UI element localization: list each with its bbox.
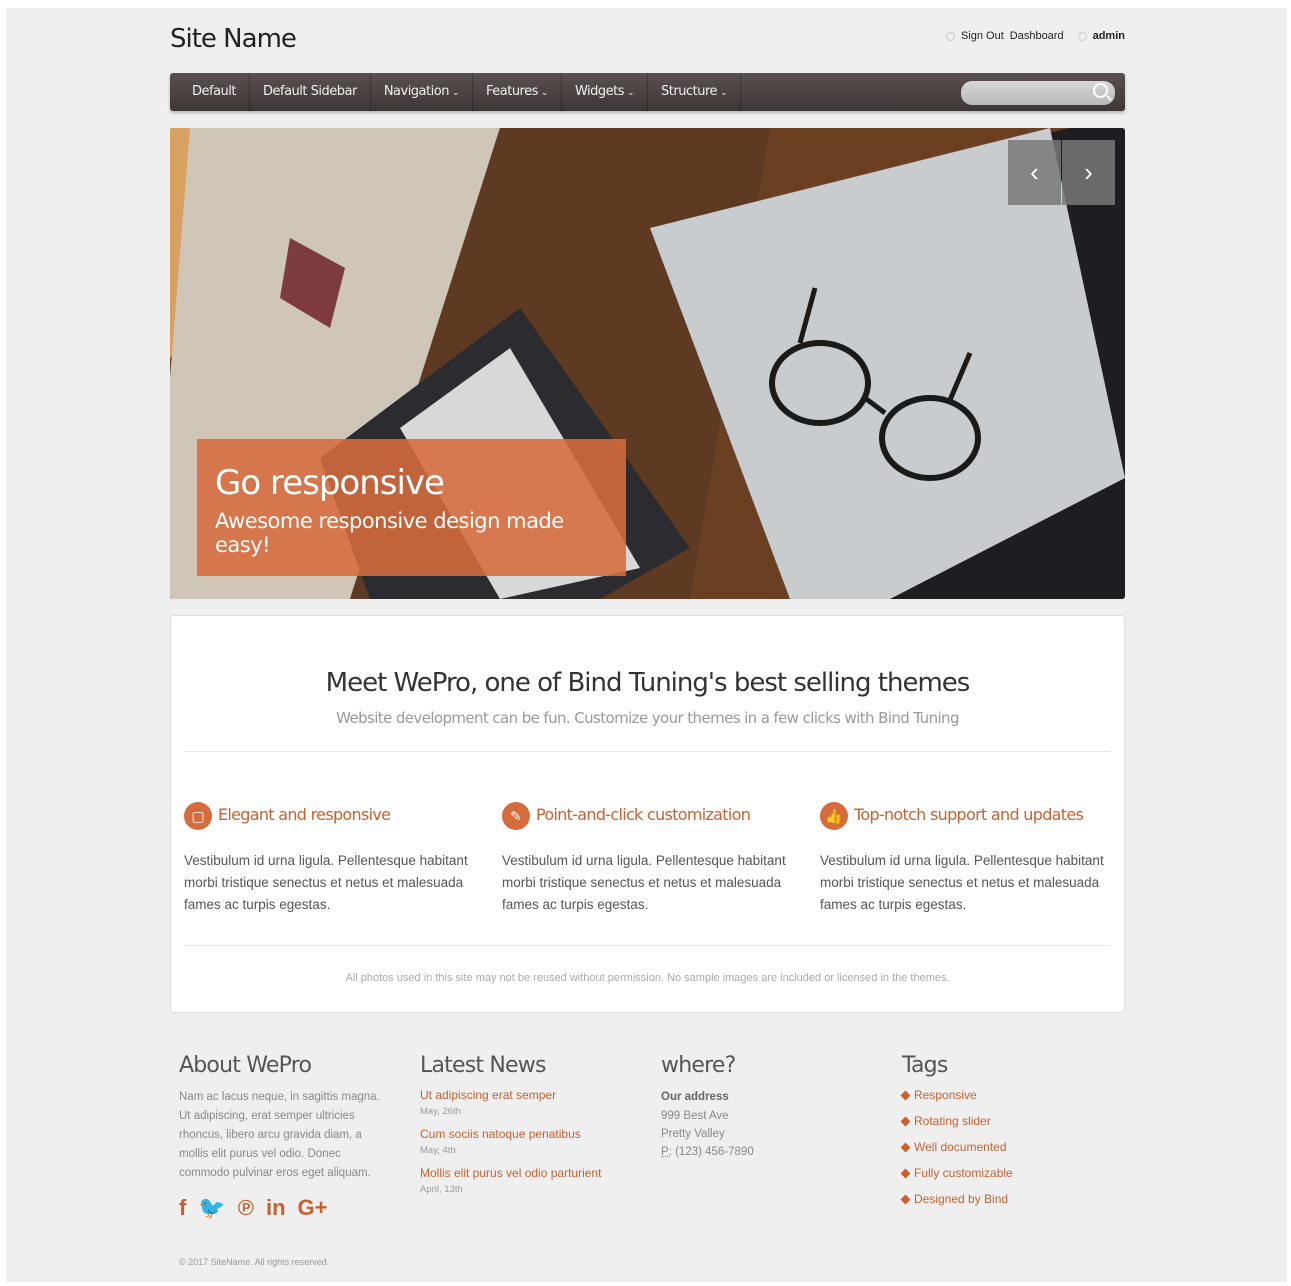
footer-tags: Tags Responsive Rotating slider Well doc…	[900, 1053, 1127, 1218]
dashboard-link[interactable]: Dashboard	[1010, 30, 1064, 42]
tag-link[interactable]: Fully customizable	[900, 1166, 1127, 1180]
chevron-down-icon: ⌄	[720, 88, 728, 98]
nav-item-widgets[interactable]: Widgets ⌄	[562, 73, 649, 111]
search-icon[interactable]	[1093, 83, 1108, 98]
intro-title: Meet WePro, one of Bind Tuning's best se…	[325, 668, 971, 698]
feature-text: Vestibulum id urna ligula. Pellentesque …	[820, 853, 1104, 912]
footer-heading: Tags	[902, 1053, 948, 1078]
divider	[184, 751, 1111, 752]
user-link[interactable]: admin	[1093, 30, 1125, 42]
footer-about: About WePro Nam ac lacus neque, in sagit…	[179, 1053, 394, 1221]
slider-controls: ‹ ›	[1007, 140, 1115, 205]
feature-card: 👍 Top-notch support and updates Vestibul…	[820, 798, 1110, 916]
tag-icon	[900, 1116, 911, 1126]
phone-number: (123) 456-7890	[671, 1146, 754, 1158]
slider-next-button[interactable]: ›	[1062, 140, 1115, 205]
tablet-icon: ▢	[184, 802, 212, 830]
tag-link[interactable]: Designed by Bind	[900, 1192, 1127, 1206]
nav-item-navigation[interactable]: Navigation ⌄	[371, 73, 473, 111]
news-date: April, 13th	[420, 1184, 463, 1195]
user-bar: Sign Out Dashboard admin	[945, 30, 1125, 42]
pinterest-icon[interactable]: ℗	[238, 1195, 254, 1221]
slide-caption: Go responsive Awesome responsive design …	[197, 439, 626, 576]
feature-title[interactable]: Elegant and responsive	[218, 805, 391, 824]
feature-card: ✎ Point-and-click customization Vestibul…	[502, 798, 792, 916]
sign-out-icon	[945, 31, 955, 41]
photos-note: All photos used in this site may not be …	[345, 972, 950, 984]
footer-heading: Latest News	[420, 1053, 546, 1078]
slide-subtitle: Awesome responsive design made easy!	[215, 509, 564, 557]
phone: P: (123) 456-7890	[661, 1143, 886, 1161]
tag-link[interactable]: Responsive	[900, 1088, 1127, 1102]
magic-wand-icon: ✎	[502, 802, 530, 830]
nav-item-features[interactable]: Features ⌄	[473, 73, 562, 111]
tag-icon	[900, 1142, 911, 1152]
address-label: Our address	[661, 1091, 729, 1103]
address-line: Pretty Valley	[661, 1128, 725, 1140]
twitter-icon[interactable]: 🐦	[198, 1195, 225, 1221]
feature-text: Vestibulum id urna ligula. Pellentesque …	[502, 853, 786, 912]
chevron-down-icon: ⌄	[540, 88, 549, 98]
thumbs-up-icon: 👍	[820, 802, 848, 830]
nav-item-default[interactable]: Default	[170, 73, 250, 111]
tag-icon	[900, 1090, 911, 1100]
facebook-icon[interactable]: f	[179, 1195, 186, 1221]
news-item: Ut adipiscing erat semper May, 26th	[420, 1088, 645, 1117]
about-text: Nam ac lacus neque, in sagittis magna. U…	[179, 1091, 380, 1179]
footer-heading: About WePro	[179, 1053, 312, 1078]
slide-title: Go responsive	[215, 463, 445, 503]
news-date: May, 4th	[420, 1145, 456, 1156]
news-item: Cum sociis natoque penatibus May, 4th	[420, 1127, 645, 1156]
chevron-down-icon: ⌄	[451, 88, 460, 98]
news-date: May, 26th	[420, 1106, 462, 1117]
tag-icon	[900, 1194, 911, 1204]
phone-label: P:	[661, 1146, 672, 1158]
footer-where: where? Our address 999 Best Ave Pretty V…	[661, 1053, 886, 1161]
feature-title[interactable]: Top-notch support and updates	[854, 805, 1084, 824]
nav-item-default-sidebar[interactable]: Default Sidebar	[250, 73, 371, 111]
slider-prev-button[interactable]: ‹	[1008, 140, 1061, 205]
copyright: © 2017 SiteName. All rights reserved.	[179, 1257, 330, 1267]
footer-news: Latest News Ut adipiscing erat semper Ma…	[420, 1053, 645, 1205]
site-name[interactable]: Site Name	[170, 24, 297, 54]
footer-heading: where?	[661, 1053, 736, 1078]
news-link[interactable]: Mollis elit purus vel odio parturient	[420, 1166, 645, 1180]
news-item: Mollis elit purus vel odio parturient Ap…	[420, 1166, 645, 1195]
google-plus-icon[interactable]: G+	[298, 1195, 328, 1221]
hero-slider: ‹ › Go responsive Awesome responsive des…	[170, 128, 1125, 599]
user-icon	[1077, 31, 1087, 41]
news-link[interactable]: Ut adipiscing erat semper	[420, 1088, 645, 1102]
feature-card: ▢ Elegant and responsive Vestibulum id u…	[184, 798, 474, 916]
linkedin-icon[interactable]: in	[266, 1195, 286, 1221]
intro-subtitle: Website development can be fun. Customiz…	[336, 709, 959, 727]
tag-link[interactable]: Rotating slider	[900, 1114, 1127, 1128]
nav-item-structure[interactable]: Structure ⌄	[648, 73, 742, 111]
social-links: f 🐦 ℗ in G+	[179, 1195, 394, 1221]
tag-icon	[900, 1168, 911, 1178]
address-line: 999 Best Ave	[661, 1110, 729, 1122]
chevron-down-icon: ⌄	[627, 88, 635, 98]
sign-out-link[interactable]: Sign Out	[961, 30, 1004, 42]
intro-section: Meet WePro, one of Bind Tuning's best se…	[170, 615, 1125, 1013]
divider	[184, 945, 1111, 946]
feature-title[interactable]: Point-and-click customization	[536, 805, 751, 824]
search-input[interactable]	[961, 81, 1115, 105]
tag-link[interactable]: Well documented	[900, 1140, 1127, 1154]
news-link[interactable]: Cum sociis natoque penatibus	[420, 1127, 645, 1141]
main-nav: Default Default Sidebar Navigation ⌄ Feat…	[170, 73, 1125, 111]
feature-text: Vestibulum id urna ligula. Pellentesque …	[184, 853, 468, 912]
